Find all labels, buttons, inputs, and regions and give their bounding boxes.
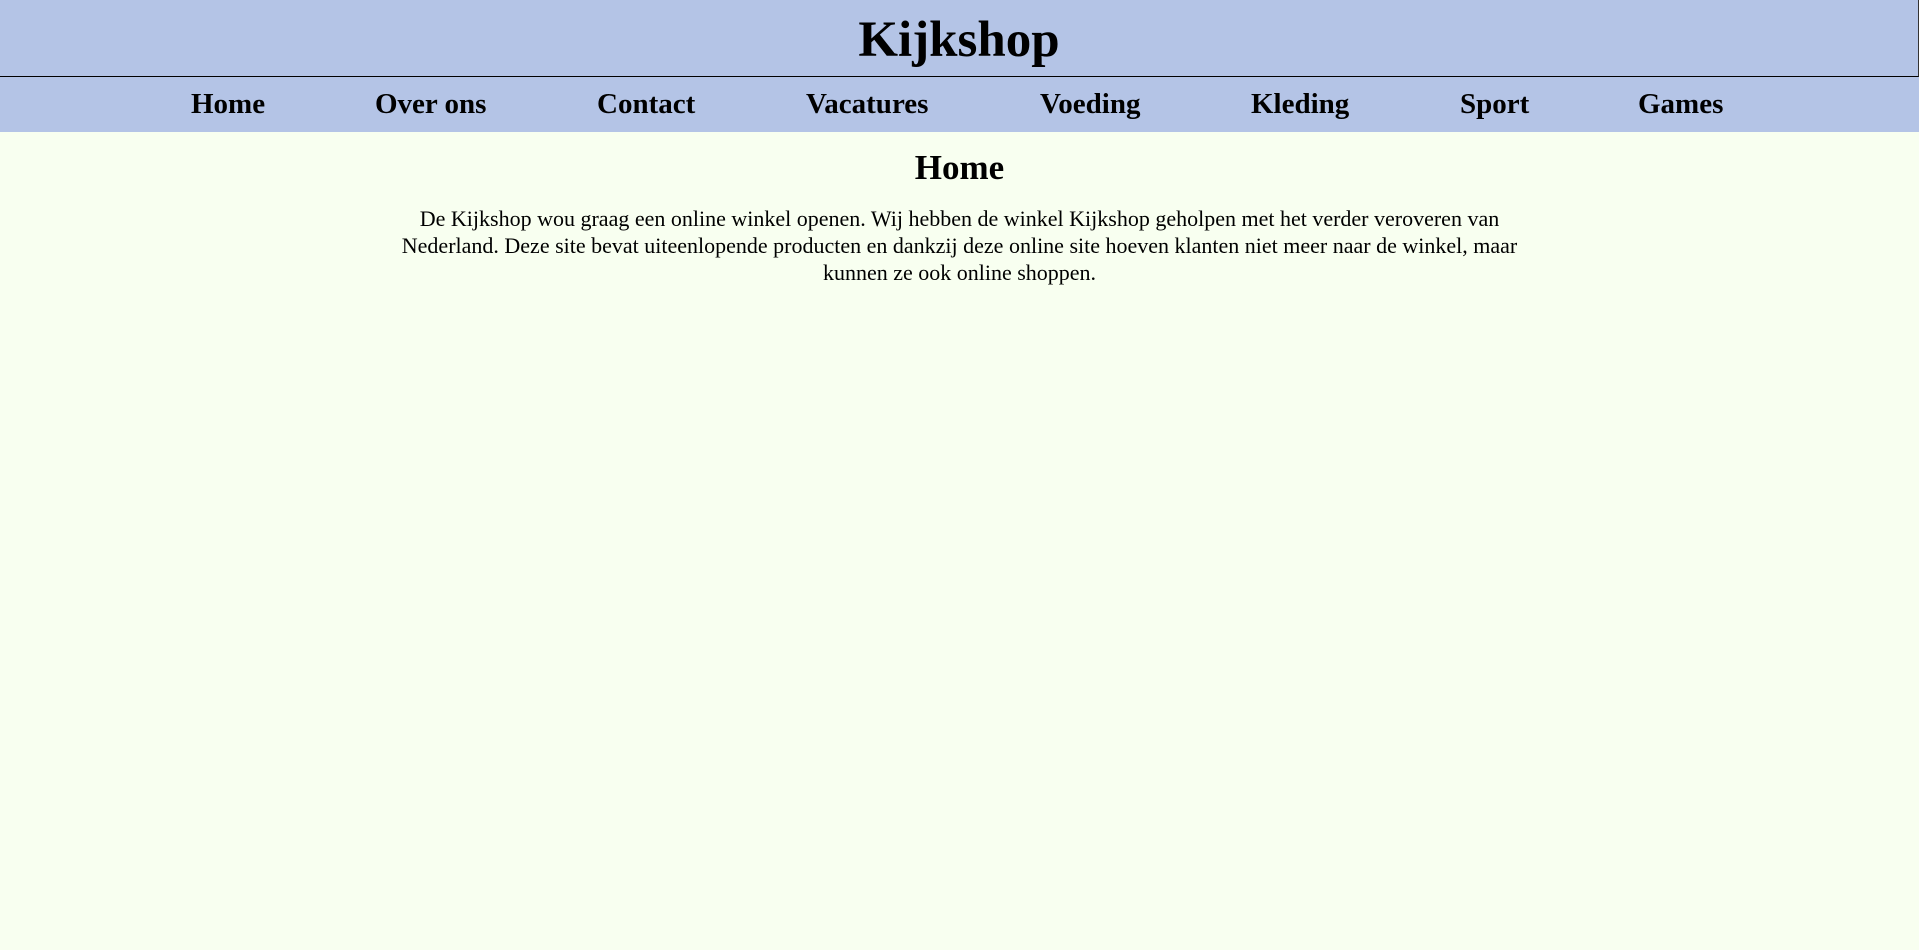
page-heading: Home: [914, 148, 1005, 187]
main-content: Home De Kijkshop wou graag een online wi…: [0, 132, 1919, 286]
nav-item-voeding[interactable]: Voeding: [1040, 77, 1140, 132]
main-navigation: Home Over ons Contact Vacatures Voeding …: [0, 77, 1919, 132]
nav-item-sport[interactable]: Sport: [1460, 77, 1529, 132]
site-header: Kijkshop: [0, 0, 1919, 77]
nav-item-contact[interactable]: Contact: [597, 77, 695, 132]
site-title: Kijkshop: [858, 11, 1060, 68]
nav-item-kleding[interactable]: Kleding: [1251, 77, 1349, 132]
nav-item-games[interactable]: Games: [1638, 77, 1723, 132]
nav-item-vacatures[interactable]: Vacatures: [806, 77, 928, 132]
nav-item-over-ons[interactable]: Over ons: [375, 77, 486, 132]
nav-item-home[interactable]: Home: [191, 77, 265, 132]
page-viewport: Kijkshop Home Over ons Contact Vacatures…: [0, 0, 1919, 950]
intro-paragraph: De Kijkshop wou graag een online winkel …: [401, 205, 1518, 285]
